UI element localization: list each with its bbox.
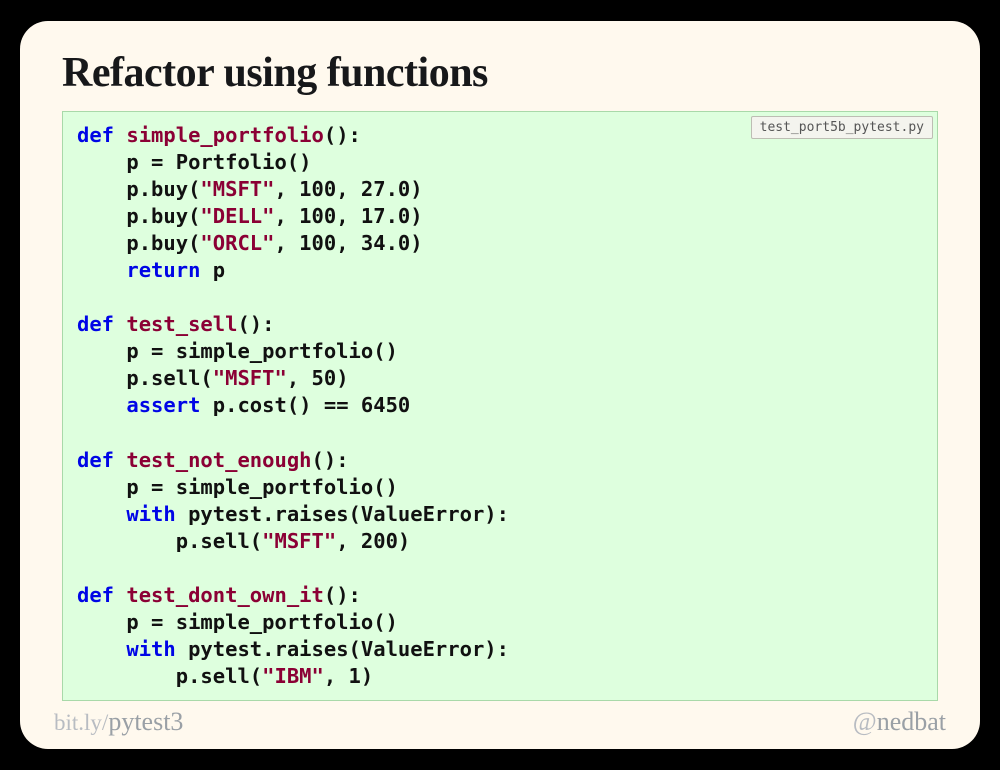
keyword-def: def [77, 312, 114, 336]
filename-tab: test_port5b_pytest.py [751, 116, 933, 139]
keyword-with: with [126, 637, 175, 661]
code-line: p = simple_portfolio() [77, 610, 398, 634]
footer-right: @nedbat [853, 707, 946, 737]
func-sig: (): [312, 448, 349, 472]
slide-footer: bit.ly/pytest3 @nedbat [20, 707, 980, 737]
code-line: p.cost() == 6450 [200, 393, 410, 417]
func-sig: (): [324, 583, 361, 607]
func-sig: (): [324, 123, 361, 147]
code-line: p.sell( [77, 366, 213, 390]
string-literal: "DELL" [200, 204, 274, 228]
code-line: , 100, 17.0) [274, 204, 422, 228]
keyword-return: return [126, 258, 200, 282]
code-line: p = Portfolio() [77, 150, 312, 174]
slide-title: Refactor using functions [62, 49, 938, 97]
code-line: p.sell( [77, 529, 262, 553]
footer-link-prefix: bit.ly/ [54, 710, 108, 735]
footer-handle: nedbat [877, 707, 946, 736]
code-line: p = simple_portfolio() [77, 475, 398, 499]
code-line: , 50) [287, 366, 349, 390]
code-line: p [200, 258, 225, 282]
string-literal: "MSFT" [262, 529, 336, 553]
func-name: test_not_enough [126, 448, 311, 472]
func-name: test_dont_own_it [126, 583, 323, 607]
footer-at-sign: @ [853, 707, 877, 736]
func-name: simple_portfolio [126, 123, 323, 147]
string-literal: "ORCL" [200, 231, 274, 255]
code-content: def simple_portfolio(): p = Portfolio() … [77, 122, 923, 690]
keyword-def: def [77, 583, 114, 607]
code-line: p.buy( [77, 204, 200, 228]
keyword-def: def [77, 123, 114, 147]
footer-left: bit.ly/pytest3 [54, 707, 183, 737]
keyword-with: with [126, 502, 175, 526]
code-line: p.buy( [77, 177, 200, 201]
code-line: , 100, 34.0) [274, 231, 422, 255]
code-line: pytest.raises(ValueError): [176, 637, 509, 661]
func-sig: (): [237, 312, 274, 336]
keyword-assert: assert [126, 393, 200, 417]
code-line: p = simple_portfolio() [77, 339, 398, 363]
code-line: , 100, 27.0) [274, 177, 422, 201]
footer-link-main: pytest3 [108, 707, 183, 736]
code-line: p.sell( [77, 664, 262, 688]
string-literal: "MSFT" [200, 177, 274, 201]
code-line: , 1) [324, 664, 373, 688]
code-line: pytest.raises(ValueError): [176, 502, 509, 526]
code-line: p.buy( [77, 231, 200, 255]
code-line: , 200) [336, 529, 410, 553]
code-block: test_port5b_pytest.py def simple_portfol… [62, 111, 938, 701]
string-literal: "MSFT" [213, 366, 287, 390]
slide: Refactor using functions test_port5b_pyt… [20, 21, 980, 749]
string-literal: "IBM" [262, 664, 324, 688]
keyword-def: def [77, 448, 114, 472]
func-name: test_sell [126, 312, 237, 336]
